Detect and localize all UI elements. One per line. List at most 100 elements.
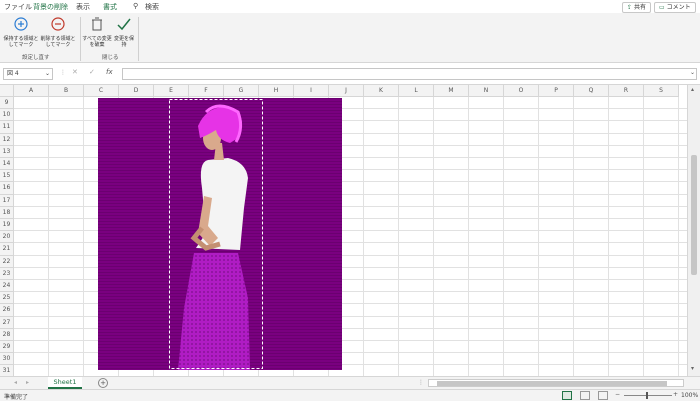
zoom-slider-handle[interactable] <box>646 392 648 399</box>
gridline <box>643 97 644 376</box>
woman-photo <box>98 98 342 370</box>
row-header[interactable]: 15 <box>0 170 14 183</box>
scroll-down-icon[interactable]: ▾ <box>691 365 694 372</box>
select-all-corner[interactable] <box>0 85 14 97</box>
zoom-level[interactable]: 100% <box>681 392 698 399</box>
page-break-icon[interactable] <box>598 391 608 400</box>
row-header[interactable]: 12 <box>0 133 14 146</box>
row-header[interactable]: 19 <box>0 219 14 232</box>
more-icon: ⋮ <box>418 379 424 386</box>
gridline <box>503 97 504 376</box>
row-header[interactable]: 27 <box>0 316 14 329</box>
prev-sheet-icon[interactable]: ◂ <box>14 379 17 386</box>
row-header[interactable]: 25 <box>0 292 14 305</box>
gridline <box>433 97 434 376</box>
column-header[interactable]: O <box>504 85 539 97</box>
group-separator <box>138 17 139 61</box>
row-header[interactable]: 20 <box>0 231 14 244</box>
row-header[interactable]: 21 <box>0 243 14 256</box>
row-header[interactable]: 28 <box>0 328 14 341</box>
column-header[interactable]: F <box>189 85 224 97</box>
column-header[interactable]: J <box>329 85 364 97</box>
add-sheet-icon[interactable]: + <box>98 378 108 388</box>
gridline <box>678 97 679 376</box>
zoom-in-icon[interactable]: + <box>673 391 678 398</box>
column-header[interactable]: E <box>154 85 189 97</box>
tab-format[interactable]: 書式 <box>103 2 117 12</box>
horizontal-scrollbar[interactable] <box>428 379 684 387</box>
row-header[interactable]: 9 <box>0 97 14 110</box>
scroll-up-icon[interactable]: ▴ <box>691 86 694 93</box>
insert-function-icon[interactable]: fx <box>106 68 113 76</box>
row-header[interactable]: 24 <box>0 280 14 293</box>
zoom-slider[interactable] <box>624 392 672 399</box>
column-header[interactable]: S <box>644 85 679 97</box>
sheet-tab-bar: ◂ ▸ Sheet1 + ⋮ <box>0 376 700 389</box>
share-button[interactable]: ⇪ 共有 <box>622 2 651 13</box>
comment-button[interactable]: ▭ コメント <box>654 2 696 13</box>
column-header[interactable]: A <box>14 85 49 97</box>
name-box[interactable]: 図 4 ⌄ <box>3 68 53 80</box>
search-icon[interactable]: ⚲ <box>133 2 138 10</box>
row-header[interactable]: 26 <box>0 304 14 317</box>
row-header[interactable]: 11 <box>0 121 14 134</box>
cancel-icon[interactable]: ✕ <box>72 68 78 76</box>
expand-formula-icon[interactable]: ⌄ <box>690 69 695 76</box>
row-header[interactable]: 30 <box>0 353 14 366</box>
scrollbar-thumb[interactable] <box>691 155 697 275</box>
row-header[interactable]: 10 <box>0 109 14 122</box>
row-header[interactable]: 18 <box>0 206 14 219</box>
row-header[interactable]: 13 <box>0 145 14 158</box>
row-header[interactable]: 16 <box>0 182 14 195</box>
comment-icon: ▭ <box>659 4 665 11</box>
page-layout-icon[interactable] <box>580 391 590 400</box>
column-header[interactable]: K <box>364 85 399 97</box>
scrollbar-thumb[interactable] <box>437 381 667 386</box>
zoom-out-icon[interactable]: − <box>615 391 620 398</box>
column-header[interactable]: B <box>49 85 84 97</box>
row-header[interactable]: 31 <box>0 365 14 376</box>
tab-file[interactable]: ファイル <box>4 2 32 12</box>
ribbon-tabs: ファイル 背景の削除 表示 書式 ⚲ 検索 ⇪ 共有 ▭ コメント <box>0 0 700 14</box>
row-header[interactable]: 29 <box>0 341 14 354</box>
column-header[interactable]: H <box>259 85 294 97</box>
column-header[interactable]: D <box>119 85 154 97</box>
vertical-scrollbar[interactable]: ▴ ▾ <box>687 85 700 376</box>
pencil-minus-icon <box>51 17 65 31</box>
column-header[interactable]: M <box>434 85 469 97</box>
column-header[interactable]: G <box>224 85 259 97</box>
column-header[interactable]: C <box>84 85 119 97</box>
group-separator <box>80 17 81 61</box>
row-header[interactable]: 14 <box>0 158 14 171</box>
normal-view-icon[interactable] <box>562 391 572 400</box>
row-header[interactable]: 23 <box>0 267 14 280</box>
column-header[interactable]: L <box>399 85 434 97</box>
status-ready: 準備完了 <box>4 394 29 401</box>
status-bar: 準備完了 − + 100% <box>0 389 700 401</box>
next-sheet-icon[interactable]: ▸ <box>26 379 29 386</box>
discard-changes-button[interactable]: すべての変更を破棄 <box>82 16 112 48</box>
mark-keep-button[interactable]: 保持する領域としてマーク <box>3 16 39 48</box>
tab-view[interactable]: 表示 <box>76 2 90 12</box>
enter-icon[interactable]: ✓ <box>89 68 95 76</box>
column-header[interactable]: Q <box>574 85 609 97</box>
column-header[interactable]: I <box>294 85 329 97</box>
formula-input[interactable] <box>122 68 697 80</box>
column-header[interactable]: R <box>609 85 644 97</box>
chevron-down-icon[interactable]: ⌄ <box>45 69 50 79</box>
sheet-tab-sheet1[interactable]: Sheet1 <box>48 377 82 389</box>
group-label-refine: 設定し直す <box>22 55 50 61</box>
column-header[interactable]: N <box>469 85 504 97</box>
row-header[interactable]: 17 <box>0 194 14 207</box>
row-header[interactable]: 22 <box>0 255 14 268</box>
selected-picture[interactable] <box>98 98 342 370</box>
gridline <box>363 97 364 376</box>
worksheet-grid[interactable]: A B C D E F G H I J K L M N O P Q R S 9 10 11 12 13 14 15 16 17 18 19… <box>0 85 687 376</box>
gridline <box>573 97 574 376</box>
gridline <box>468 97 469 376</box>
mark-remove-button[interactable]: 削除する領域としてマーク <box>40 16 76 48</box>
tab-search[interactable]: 検索 <box>145 2 159 12</box>
keep-changes-button[interactable]: 変更を保持 <box>113 16 135 48</box>
checkmark-icon <box>117 18 131 31</box>
column-header[interactable]: P <box>539 85 574 97</box>
